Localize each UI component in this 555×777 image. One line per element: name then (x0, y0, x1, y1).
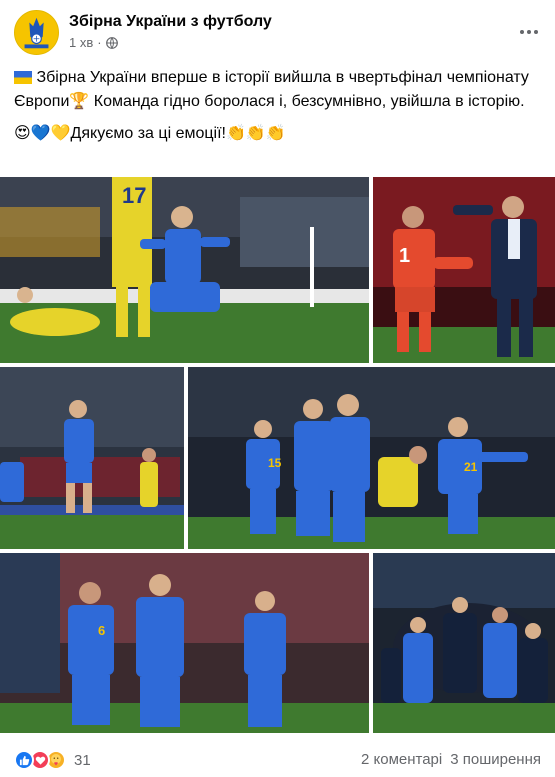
ukraine-flag-icon (14, 69, 32, 91)
post-footer: 31 2 коментарі 3 поширення (14, 748, 541, 772)
jersey-number-6: 6 (98, 623, 105, 638)
page-avatar[interactable] (14, 10, 59, 55)
post-header: Збірна України з футболу 1 хв · (14, 10, 541, 58)
shares-count-link[interactable]: 3 поширення (450, 751, 541, 768)
photo-coach-and-goalkeeper-celebrating[interactable]: 1 (373, 177, 555, 363)
post-stats: 2 коментарі 3 поширення (361, 751, 541, 768)
reactions-summary[interactable]: 31 (14, 750, 91, 770)
post-text: Збірна України вперше в історії вийшла в… (14, 67, 544, 145)
photo-team-huddle-celebration[interactable] (373, 553, 555, 733)
photo-player-running-in-stadium[interactable] (0, 367, 184, 549)
photo-players-walking-on-pitch[interactable]: 6 (0, 553, 369, 733)
post-meta: 1 хв · (69, 35, 118, 50)
jersey-number-1: 1 (399, 245, 410, 267)
globe-icon (105, 36, 118, 49)
photo-players-celebrating-group[interactable]: 15 21 (188, 367, 555, 549)
comments-count-link[interactable]: 2 коментарі (361, 751, 442, 768)
post-text-line1: Збірна України вперше в історії вийшла в… (14, 67, 544, 113)
photo-player-celebrating-on-knees[interactable]: 17 (0, 177, 369, 363)
photo-gallery: 17 1 15 21 6 (0, 177, 555, 733)
post-text-main: Збірна України вперше в історії вийшла в… (14, 69, 529, 110)
jersey-number-15: 15 (268, 456, 282, 470)
reaction-count[interactable]: 31 (74, 752, 91, 769)
post-timestamp[interactable]: 1 хв (69, 35, 93, 50)
jersey-number-17: 17 (122, 183, 146, 208)
like-reaction-icon (14, 750, 34, 770)
jersey-number-21: 21 (464, 460, 478, 474)
meta-separator: · (97, 35, 102, 50)
post-text-line2: 😍💙💛Дякуємо за ці емоції!👏👏👏 (14, 123, 544, 145)
post-text-thanks: Дякуємо за ці емоції!👏👏👏 (70, 125, 286, 142)
more-options-icon[interactable] (517, 22, 541, 42)
heart-emojis: 😍💙💛 (14, 125, 71, 142)
page-name-link[interactable]: Збірна України з футболу (69, 13, 272, 31)
